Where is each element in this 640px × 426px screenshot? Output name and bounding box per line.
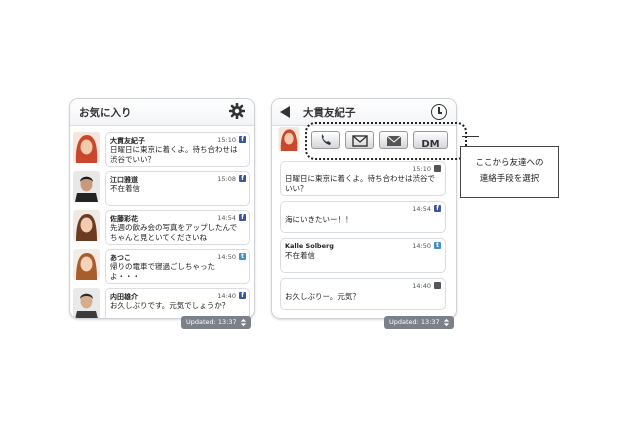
avatar: [73, 249, 100, 280]
back-arrow-icon[interactable]: [280, 106, 290, 118]
message-preview: 江口雅道 15:08 f 不在着信: [105, 171, 250, 206]
facebook-icon: f: [434, 205, 441, 212]
message-text: 日曜日に東京に着くよ。待ち合わせは渋谷でいい？: [285, 174, 435, 193]
facebook-icon: f: [239, 136, 246, 143]
message-preview: 内田雄介 14:40 f お久しぶりです。元気でしょうか？: [105, 288, 250, 318]
message-time: 14:54: [217, 214, 236, 222]
callout-line-1: ここから友達への: [475, 158, 544, 168]
twitter-icon: t: [239, 253, 246, 260]
message-time: 14:50: [412, 242, 431, 250]
conversation-message: 14:54 f 海にいきたいー！！: [280, 201, 446, 233]
message-time: 14:50: [217, 253, 236, 261]
favorites-header: お気に入り: [70, 99, 254, 126]
message-preview: あつこ 14:50 t 帰りの電車で寝過ごしちゃったよ・・・: [105, 249, 250, 284]
contact-avatar: [278, 127, 300, 151]
favorite-row[interactable]: 佐藤彩花 14:54 f 先週の飲み会の写真をアップしたんでちゃんと見といてくだ…: [70, 208, 254, 247]
message-text: 帰りの電車で寝過ごしちゃったよ・・・: [110, 262, 215, 281]
avatar: [73, 210, 100, 241]
conversation-message: Kalle Solberg 14:50 t 不在着信: [280, 238, 446, 273]
sync-icon[interactable]: [239, 318, 248, 327]
favorite-row[interactable]: 大貫友紀子 15:10 f 日曜日に東京に着くよ。待ち合わせは渋谷でいい？: [70, 130, 254, 169]
updated-label: Updated: 13:37: [186, 318, 237, 326]
favorites-panel: お気に入り 大貫友紀子 15:10 f 日曜日に東京に着くよ。待ち合わせは渋谷で…: [69, 98, 255, 319]
conversation-message: 14:40 お久しぶりー。元気？: [280, 278, 446, 310]
conversation-message: 15:10 日曜日に東京に着くよ。待ち合わせは渋谷でいい？: [280, 161, 446, 196]
message-time: 15:10: [217, 136, 236, 144]
message-text: 不在着信: [285, 251, 315, 260]
message-text: お久しぶりです。元気でしょうか？: [110, 301, 230, 310]
annotation-callout: ここから友達への 連絡手段を選択: [460, 146, 559, 198]
twitter-icon: t: [434, 242, 441, 249]
updated-status[interactable]: Updated: 13:37: [181, 316, 251, 329]
avatar: [73, 171, 100, 202]
favorites-title: お気に入り: [79, 107, 132, 119]
message-time: 14:40: [217, 292, 236, 300]
message-text: 日曜日に東京に着くよ。待ち合わせは渋谷でいい？: [110, 145, 238, 164]
facebook-icon: f: [239, 292, 246, 299]
updated-label: Updated: 13:37: [389, 318, 440, 326]
message-time: 14:54: [412, 205, 431, 213]
favorite-row[interactable]: 江口雅道 15:08 f 不在着信: [70, 169, 254, 208]
sender-name: Kalle Solberg: [285, 242, 334, 250]
callout-line-2: 連絡手段を選択: [479, 174, 540, 184]
facebook-icon: f: [239, 214, 246, 221]
message-text: お久しぶりー。元気？: [285, 292, 360, 301]
message-preview: 大貫友紀子 15:10 f 日曜日に東京に着くよ。待ち合わせは渋谷でいい？: [105, 132, 250, 167]
callout-connector: [462, 136, 479, 137]
gear-icon[interactable]: [229, 103, 245, 119]
favorite-row[interactable]: あつこ 14:50 t 帰りの電車で寝過ごしちゃったよ・・・: [70, 247, 254, 286]
message-text: 海にいきたいー！！: [285, 215, 353, 224]
favorite-row[interactable]: 内田雄介 14:40 f お久しぶりです。元気でしょうか？: [70, 286, 254, 318]
contact-options-highlight: [305, 122, 467, 160]
message-time: 15:08: [217, 175, 236, 183]
message-time: 14:40: [412, 282, 431, 290]
avatar: [73, 132, 100, 163]
message-text: 不在着信: [110, 184, 140, 193]
message-preview: 佐藤彩花 14:54 f 先週の飲み会の写真をアップしたんでちゃんと見といてくだ…: [105, 210, 250, 245]
facebook-icon: f: [239, 175, 246, 182]
message-text: 先週の飲み会の写真をアップしたんでちゃんと見といてくださいね: [110, 223, 238, 242]
clock-icon[interactable]: [431, 104, 447, 120]
mail-service-icon: [434, 282, 441, 289]
avatar: [73, 288, 100, 318]
updated-status[interactable]: Updated: 13:37: [384, 316, 454, 329]
sync-icon[interactable]: [442, 318, 451, 327]
conversation-title: 大貫友紀子: [303, 107, 356, 119]
message-time: 15:10: [412, 165, 431, 173]
mail-service-icon: [434, 165, 441, 172]
